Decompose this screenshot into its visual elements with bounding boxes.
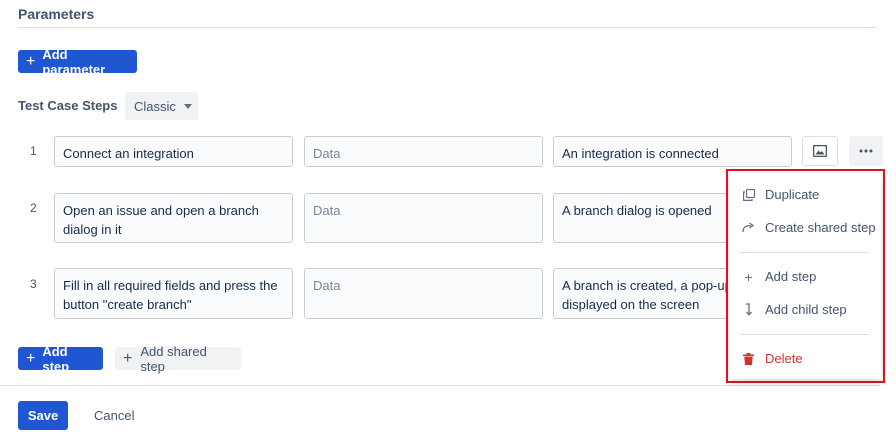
more-actions-button[interactable]: [849, 136, 883, 166]
cancel-button[interactable]: Cancel: [94, 408, 134, 423]
menu-item-label: Delete: [765, 351, 803, 366]
plus-icon: +: [123, 349, 133, 367]
menu-divider: [740, 252, 869, 253]
add-parameter-button[interactable]: + Add parameter: [18, 47, 137, 77]
menu-item-delete[interactable]: Delete: [742, 351, 803, 366]
view-mode-value: Classic: [134, 98, 176, 114]
save-button[interactable]: Save: [18, 401, 68, 430]
add-step-label: Add step: [42, 343, 70, 374]
add-shared-step-label: Add shared step: [140, 343, 207, 374]
copy-icon: [742, 188, 755, 201]
image-icon: [813, 145, 827, 157]
menu-item-label: Add child step: [765, 302, 847, 317]
step-result-field[interactable]: A branch dialog is opened: [553, 193, 753, 243]
step-data-field[interactable]: Data: [304, 193, 543, 243]
menu-item-add-step[interactable]: + Add step: [742, 268, 817, 285]
trash-icon: [742, 352, 755, 365]
arrow-down-icon: [742, 303, 755, 316]
footer-divider: [0, 385, 880, 386]
menu-panel: Duplicate Create shared step + Add step …: [730, 173, 881, 379]
menu-divider: [740, 334, 869, 335]
menu-item-create-shared-step[interactable]: Create shared step: [742, 220, 876, 235]
share-arrow-icon: [742, 221, 755, 234]
chevron-down-icon: [183, 103, 192, 109]
step-number: 2: [30, 201, 37, 215]
step-data-field[interactable]: Data: [304, 136, 543, 167]
step-number: 1: [30, 144, 37, 158]
add-step-button[interactable]: + Add step: [18, 344, 103, 374]
step-actions-menu: Duplicate Create shared step + Add step …: [726, 169, 885, 383]
menu-item-label: Duplicate: [765, 187, 820, 202]
menu-item-duplicate[interactable]: Duplicate: [742, 187, 819, 202]
section-divider: [18, 27, 876, 28]
attach-image-button[interactable]: [802, 136, 838, 166]
test-case-steps-title: Test Case Steps: [18, 98, 118, 113]
parameters-title: Parameters: [18, 6, 95, 22]
step-action-field[interactable]: Fill in all required fields and press th…: [54, 268, 293, 319]
step-action-field[interactable]: Connect an integration: [54, 136, 293, 167]
menu-item-label: Create shared step: [765, 220, 876, 235]
step-result-field[interactable]: An integration is connected: [553, 136, 792, 167]
menu-item-label: Add step: [765, 269, 817, 284]
menu-item-add-child-step[interactable]: Add child step: [742, 302, 847, 317]
step-number: 3: [30, 277, 37, 291]
more-icon: [859, 149, 873, 153]
step-action-field[interactable]: Open an issue and open a branch dialog i…: [54, 193, 293, 243]
plus-icon: +: [26, 52, 36, 70]
add-shared-step-button[interactable]: + Add shared step: [115, 344, 241, 374]
step-data-field[interactable]: Data: [304, 268, 543, 319]
add-parameter-label: Add parameter: [42, 46, 106, 77]
plus-icon: +: [26, 349, 36, 367]
view-mode-select[interactable]: Classic: [125, 92, 198, 120]
plus-icon: +: [744, 268, 753, 285]
step-result-field[interactable]: A branch is created, a pop-up displayed …: [553, 268, 753, 319]
